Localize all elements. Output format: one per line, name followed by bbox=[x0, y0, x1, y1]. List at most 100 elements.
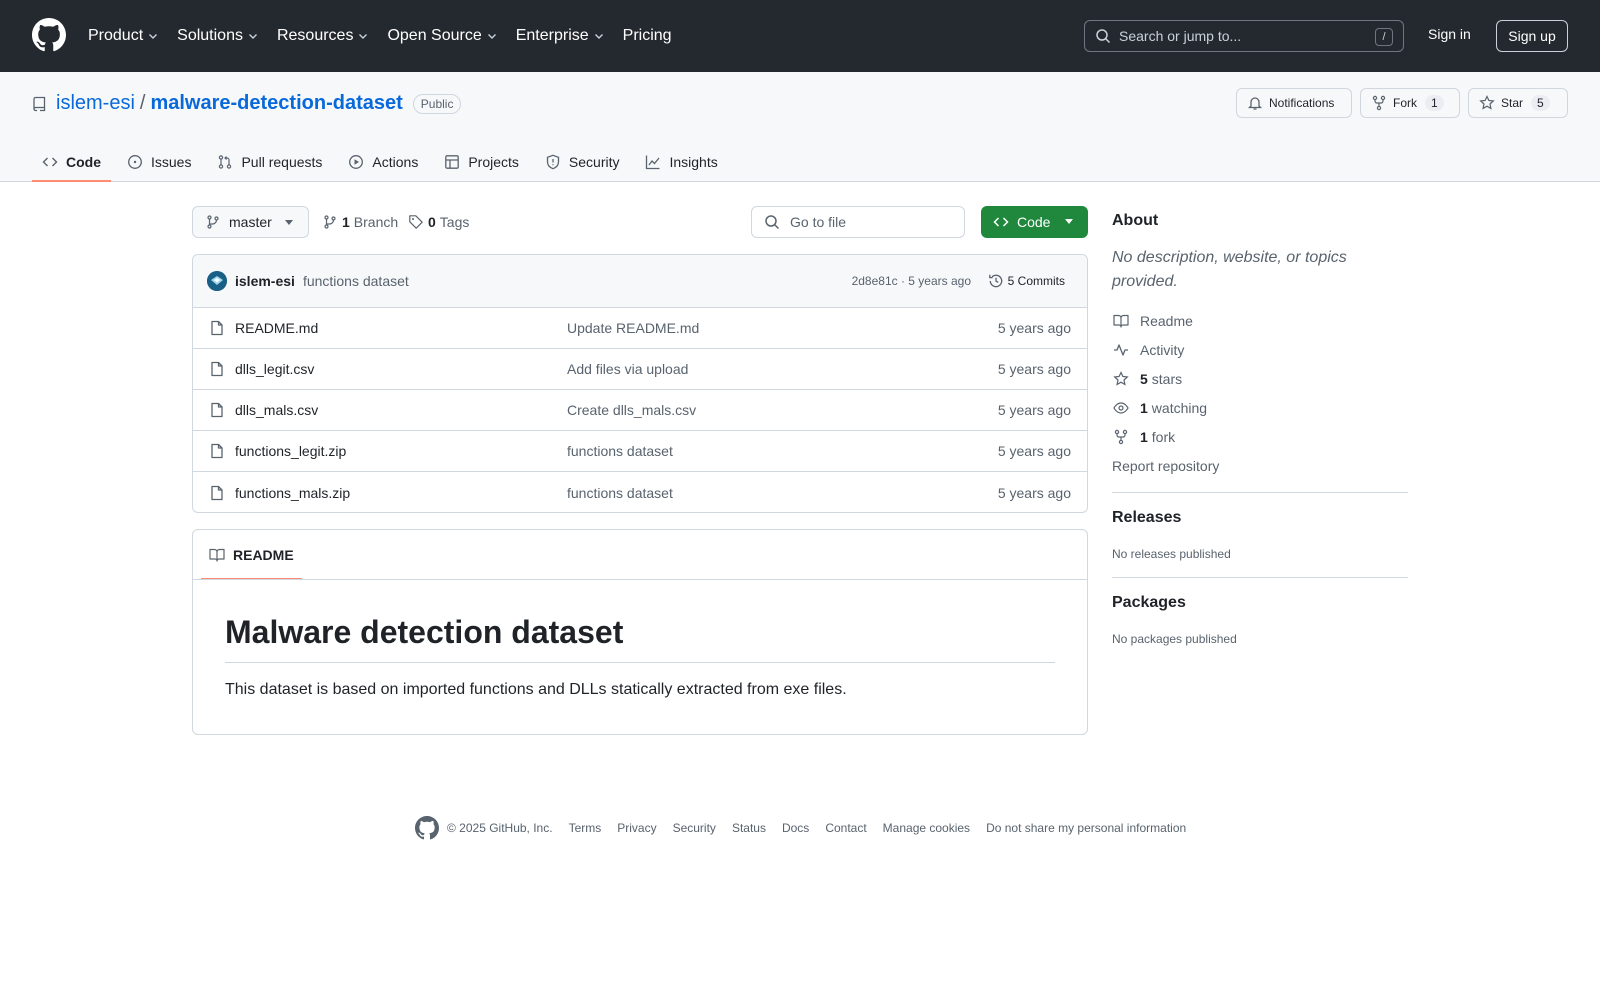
fork-button[interactable]: Fork 1 bbox=[1360, 88, 1460, 118]
forks-link[interactable]: 1 fork bbox=[1112, 422, 1408, 451]
repo-icon bbox=[32, 96, 48, 112]
sidebar-divider bbox=[1112, 492, 1408, 493]
code-dropdown-button[interactable]: Code bbox=[981, 206, 1088, 238]
readme-tab[interactable]: README bbox=[201, 530, 302, 580]
github-logo-icon[interactable] bbox=[32, 18, 66, 52]
file-commit-message[interactable]: Add files via upload bbox=[567, 361, 688, 377]
code-icon bbox=[993, 214, 1009, 230]
go-to-file-input[interactable]: Go to file bbox=[751, 206, 965, 238]
branches-label: Branch bbox=[353, 214, 399, 230]
file-commit-message[interactable]: Update README.md bbox=[567, 320, 699, 336]
readme-heading-rule bbox=[225, 662, 1055, 663]
search-icon bbox=[1095, 28, 1111, 44]
nav-open-source[interactable]: Open Source bbox=[387, 27, 497, 45]
file-icon bbox=[209, 443, 225, 459]
footer-link-docs[interactable]: Docs bbox=[782, 821, 809, 835]
pull-request-icon bbox=[217, 154, 233, 170]
file-time: 5 years ago bbox=[997, 484, 1071, 501]
file-commit-message[interactable]: functions dataset bbox=[567, 485, 673, 501]
releases-heading[interactable]: Releases bbox=[1112, 509, 1408, 527]
commits-count: 5 Commits bbox=[1007, 274, 1065, 288]
branches-link[interactable]: 1 Branch bbox=[322, 214, 398, 230]
sign-up-button[interactable]: Sign up bbox=[1496, 20, 1568, 52]
repo-header: islem-esi / malware-detection-dataset Pu… bbox=[0, 72, 1600, 182]
stars-link[interactable]: 5 stars bbox=[1112, 364, 1408, 393]
watching-label: watching bbox=[1151, 399, 1208, 416]
branch-name: master bbox=[229, 214, 272, 230]
tab-insights[interactable]: Insights bbox=[635, 142, 727, 182]
sign-in-link[interactable]: Sign in bbox=[1428, 26, 1471, 42]
footer-link-do-not-share[interactable]: Do not share my personal information bbox=[986, 821, 1186, 835]
tags-link[interactable]: 0 Tags bbox=[408, 214, 469, 230]
file-row[interactable]: README.md Update README.md 5 years ago bbox=[193, 308, 1087, 349]
stars-label: stars bbox=[1151, 370, 1183, 387]
file-icon bbox=[209, 361, 225, 377]
commit-message[interactable]: functions dataset bbox=[303, 273, 409, 289]
commit-author[interactable]: islem-esi bbox=[235, 273, 295, 289]
global-header: Product Solutions Resources Open Source … bbox=[0, 0, 1600, 72]
activity-link[interactable]: Activity bbox=[1112, 335, 1408, 364]
book-icon bbox=[209, 547, 225, 563]
footer-link-security[interactable]: Security bbox=[673, 821, 716, 835]
footer-link-privacy[interactable]: Privacy bbox=[617, 821, 656, 835]
star-label: Star bbox=[1501, 96, 1524, 110]
commits-link[interactable]: 5 Commits bbox=[988, 273, 1065, 289]
tab-label: Projects bbox=[468, 154, 519, 170]
releases-empty: No releases published bbox=[1112, 547, 1231, 561]
file-commit-message[interactable]: functions dataset bbox=[567, 443, 673, 459]
branch-select[interactable]: master bbox=[192, 206, 309, 238]
file-name[interactable]: functions_mals.zip bbox=[235, 485, 350, 501]
file-row[interactable]: dlls_legit.csv Add files via upload 5 ye… bbox=[193, 349, 1087, 390]
footer-link-terms[interactable]: Terms bbox=[569, 821, 602, 835]
file-name[interactable]: README.md bbox=[235, 320, 318, 336]
caret-down-icon bbox=[1064, 219, 1074, 225]
file-name[interactable]: dlls_legit.csv bbox=[235, 361, 314, 377]
github-mark-icon[interactable] bbox=[415, 816, 439, 840]
fork-label: fork bbox=[1151, 428, 1176, 445]
nav-pricing[interactable]: Pricing bbox=[623, 27, 672, 45]
star-count: 5 bbox=[1531, 95, 1550, 111]
code-button-label: Code bbox=[1017, 214, 1051, 230]
repo-name-link[interactable]: malware-detection-dataset bbox=[150, 92, 402, 115]
tab-pull-requests[interactable]: Pull requests bbox=[207, 142, 332, 182]
repo-owner-link[interactable]: islem-esi bbox=[56, 92, 135, 115]
tab-security[interactable]: Security bbox=[535, 142, 630, 182]
footer-link-status[interactable]: Status bbox=[732, 821, 766, 835]
footer-link-manage-cookies[interactable]: Manage cookies bbox=[883, 821, 970, 835]
file-row[interactable]: dlls_mals.csv Create dlls_mals.csv 5 yea… bbox=[193, 390, 1087, 431]
file-name[interactable]: dlls_mals.csv bbox=[235, 402, 318, 418]
tab-issues[interactable]: Issues bbox=[117, 142, 201, 182]
notifications-button[interactable]: Notifications bbox=[1236, 88, 1352, 118]
file-commit-message[interactable]: Create dlls_mals.csv bbox=[567, 402, 696, 418]
nav-solutions[interactable]: Solutions bbox=[177, 27, 259, 45]
tab-projects[interactable]: Projects bbox=[434, 142, 529, 182]
watchers-link[interactable]: 1 watching bbox=[1112, 393, 1408, 422]
tags-count: 0 bbox=[428, 214, 436, 230]
commit-sha-time[interactable]: 2d8e81c · 5 years ago bbox=[852, 274, 971, 288]
footer-link-contact[interactable]: Contact bbox=[825, 821, 866, 835]
file-row[interactable]: functions_mals.zip functions dataset 5 y… bbox=[193, 472, 1087, 512]
report-repository-link[interactable]: Report repository bbox=[1112, 451, 1408, 480]
tags-label: Tags bbox=[439, 214, 470, 230]
star-icon bbox=[1112, 370, 1130, 387]
avatar[interactable] bbox=[207, 271, 227, 291]
file-row[interactable]: functions_legit.zip functions dataset 5 … bbox=[193, 431, 1087, 472]
readme-link[interactable]: Readme bbox=[1112, 306, 1408, 335]
nav-product[interactable]: Product bbox=[88, 27, 159, 45]
readme-tab-label: README bbox=[233, 547, 294, 563]
tab-code[interactable]: Code bbox=[32, 142, 111, 182]
eye-icon bbox=[1112, 400, 1130, 416]
nav-resources[interactable]: Resources bbox=[277, 27, 369, 45]
packages-empty: No packages published bbox=[1112, 632, 1237, 646]
star-button[interactable]: Star 5 bbox=[1468, 88, 1568, 118]
tab-actions[interactable]: Actions bbox=[338, 142, 428, 182]
file-name[interactable]: functions_legit.zip bbox=[235, 443, 346, 459]
nav-enterprise[interactable]: Enterprise bbox=[516, 27, 605, 45]
repo-slash: / bbox=[139, 92, 146, 114]
nav-label: Pricing bbox=[622, 27, 672, 44]
packages-heading[interactable]: Packages bbox=[1112, 594, 1408, 612]
file-icon bbox=[209, 485, 225, 501]
global-search-input[interactable]: Search or jump to... / bbox=[1084, 20, 1404, 52]
file-icon bbox=[209, 320, 225, 336]
repo-title: islem-esi / malware-detection-dataset Pu… bbox=[32, 92, 462, 115]
